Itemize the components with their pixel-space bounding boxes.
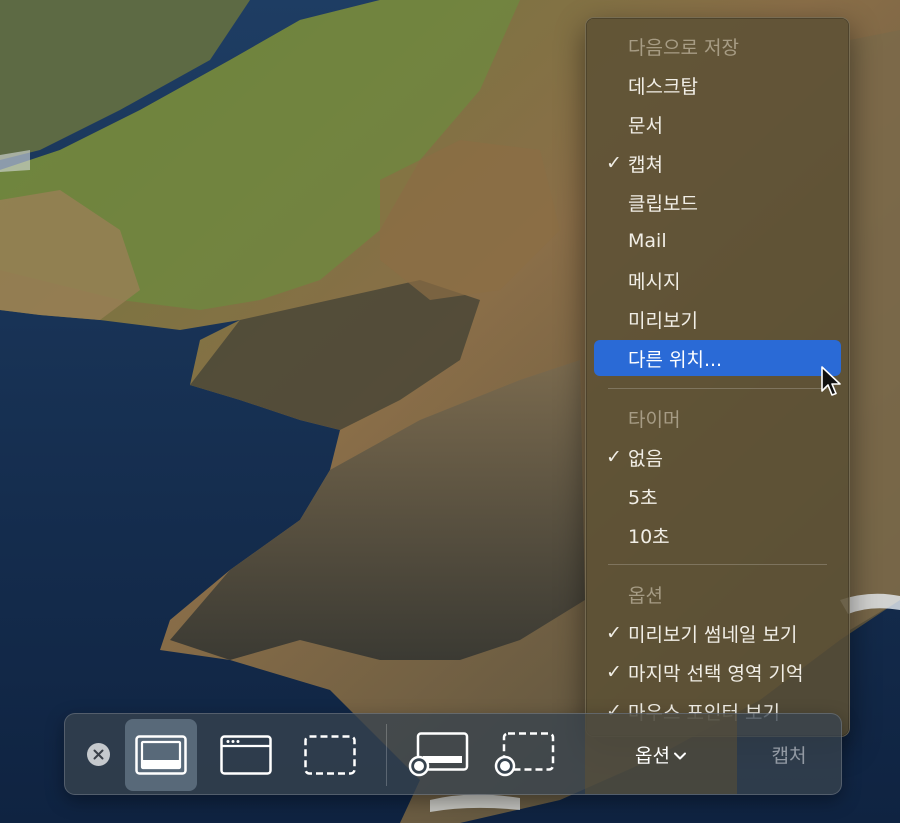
capture-entire-screen-icon: [135, 735, 187, 775]
capture-selection-icon: [304, 735, 356, 775]
menu-item-timer-none[interactable]: ✓ 없음: [594, 439, 841, 475]
close-icon[interactable]: [87, 743, 110, 766]
record-entire-screen-icon: [408, 732, 469, 777]
capture-label: 캡처: [771, 744, 807, 767]
menu-header-timer: 타이머: [628, 408, 681, 431]
checkmark-icon: ✓: [606, 661, 622, 683]
chevron-down-icon: [673, 752, 686, 759]
capture-window-button[interactable]: [210, 719, 282, 791]
capture-window-icon: [220, 735, 272, 775]
menu-item-preview[interactable]: 미리보기: [594, 301, 841, 337]
menu-item-remember-last-selection[interactable]: ✓ 마지막 선택 영역 기억: [594, 654, 841, 690]
checkmark-icon: ✓: [606, 622, 622, 644]
toolbar-divider: [386, 724, 387, 786]
menu-item-timer-5s[interactable]: 5초: [594, 478, 841, 514]
capture-selection-button[interactable]: [294, 719, 366, 791]
menu-item-documents[interactable]: 문서: [594, 106, 841, 142]
menu-item-capture-folder[interactable]: ✓ 캡쳐: [594, 145, 841, 181]
menu-item-messages[interactable]: 메시지: [594, 262, 841, 298]
menu-item-show-floating-thumbnail[interactable]: ✓ 미리보기 썸네일 보기: [594, 615, 841, 651]
checkmark-icon: ✓: [606, 152, 622, 174]
save-options-menu: 다음으로 저장 데스크탑 문서 ✓ 캡쳐 클립보드 Mail 메시지 미리보기 다…: [585, 17, 850, 737]
menu-item-desktop[interactable]: 데스크탑: [594, 67, 841, 103]
record-selection-icon: [494, 732, 555, 777]
checkmark-icon: ✓: [606, 446, 622, 468]
menu-separator: [608, 388, 827, 389]
menu-header-options: 옵션: [628, 584, 663, 607]
menu-item-timer-10s[interactable]: 10초: [594, 517, 841, 553]
menu-separator: [608, 564, 827, 565]
options-button[interactable]: 옵션: [585, 714, 737, 794]
menu-item-other-location[interactable]: 다른 위치...: [594, 340, 841, 376]
record-entire-screen-button[interactable]: [403, 719, 475, 791]
menu-item-clipboard[interactable]: 클립보드: [594, 184, 841, 220]
menu-item-mail[interactable]: Mail: [594, 223, 841, 259]
record-selection-button[interactable]: [489, 719, 561, 791]
menu-header-save-to: 다음으로 저장: [628, 36, 739, 59]
mouse-pointer-icon: [820, 366, 842, 398]
capture-button[interactable]: 캡처: [737, 714, 841, 794]
options-label: 옵션: [635, 744, 670, 767]
screenshot-toolbar: 옵션 캡처: [64, 713, 842, 795]
capture-entire-screen-button[interactable]: [125, 719, 197, 791]
